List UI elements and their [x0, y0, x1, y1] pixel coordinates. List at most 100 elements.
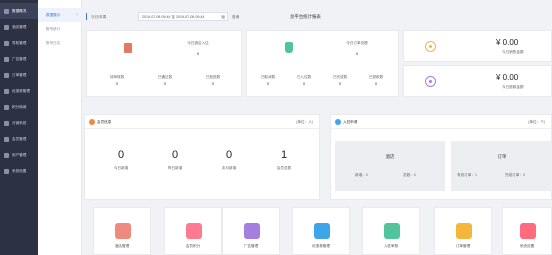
sidebar-item-ads[interactable]: 广告管理 [0, 51, 38, 67]
completed-label: 已完成数 [332, 75, 348, 79]
user-icon [4, 152, 9, 158]
tile-label: 入驻审核 [383, 244, 399, 248]
audit-icon [384, 223, 400, 239]
money-bag-icon [285, 42, 293, 53]
sales-value: 0 [355, 51, 359, 56]
tile-label: 优惠券管理 [312, 244, 330, 248]
subnav-item-label: 数据展示 [46, 12, 61, 17]
refunded-value: 0 [374, 81, 378, 86]
ad-icon [244, 223, 260, 239]
month-new-label: 本月新增 [221, 166, 237, 170]
sidebar-item-coupons[interactable]: 优惠券管理 [0, 83, 38, 99]
pending-label: 待审核数 [109, 75, 125, 79]
coupon-icon [314, 223, 330, 239]
member-icon [4, 136, 9, 142]
subnav-item-label: 账号统计 [46, 26, 61, 31]
date-range-input[interactable]: 2019-07-08 09:44 至 2019-07-08 09:44 ▦ [138, 12, 228, 21]
checked-in-value: 0 [302, 81, 306, 86]
sidebar-item-label: 导航管理 [12, 40, 27, 45]
section-marker [86, 13, 87, 20]
dashboard-icon [4, 8, 9, 14]
order-apply-title: 订单 [497, 154, 507, 159]
apply-header: 入驻申请 (单位：个) [331, 115, 551, 129]
sidebar-item-label: 数据概况 [12, 8, 27, 13]
hotel-apply-panel[interactable]: 酒店 新增：0 总数：0 [335, 141, 445, 191]
today-new-value: 0 [117, 149, 125, 161]
sidebar-item-data-overview[interactable]: 数据概况 [0, 3, 38, 19]
subnav-item-account-log[interactable]: 账号日志 [38, 36, 82, 50]
yesterday-new-label: 昨日新增 [167, 166, 183, 170]
sidebar-item-label: 积分商城 [12, 104, 27, 109]
gift-icon [4, 104, 9, 110]
order-apply-panel[interactable]: 订单 有效订单：1 完成订单：0 [451, 141, 552, 191]
sales-amount-card: ¥ 0.00 今日销售金额 [403, 30, 552, 62]
query-button[interactable]: 查询 [232, 15, 239, 20]
shortcut-coupon-management[interactable]: 优惠券管理 [292, 207, 350, 255]
yesterday-new-value: 0 [171, 149, 179, 161]
completed-orders-count: 完成订单：0 [505, 173, 525, 177]
sidebar-item-label: 订单管理 [12, 72, 27, 77]
shortcut-member-points[interactable]: 会员积分 [164, 207, 222, 255]
navigation-icon [4, 40, 9, 46]
sidebar-item-settings[interactable]: 系统设置 [0, 163, 38, 179]
subnav-item-data-display[interactable]: 数据展示 › [38, 8, 82, 22]
tile-label: 酒店管理 [114, 244, 130, 248]
chevron-right-icon: › [76, 12, 78, 18]
sidebar-item-hotel[interactable]: 酒店管理 [0, 19, 38, 35]
pending-value: 0 [115, 81, 119, 86]
sidebar-item-label: 分销系统 [12, 120, 27, 125]
member-total-value: 1 [280, 149, 288, 161]
sales-amount-label: 今日销售金额 [502, 50, 524, 54]
approved-label: 已通过数 [157, 75, 173, 79]
sidebar-item-distribution[interactable]: 分销系统 [0, 115, 38, 131]
filter-bar: 今日/本周 2019-07-08 09:44 至 2019-07-08 09:4… [84, 10, 552, 24]
settings-icon [520, 223, 536, 239]
order-icon [456, 223, 472, 239]
members-unit: (单位：人) [296, 120, 313, 124]
approved-value: 0 [163, 81, 167, 86]
checkin-value: 0 [196, 51, 200, 56]
shortcut-order-management[interactable]: 订单管理 [434, 207, 492, 255]
rejected-value: 0 [211, 81, 215, 86]
report-title: 总平台统计报表 [290, 14, 321, 19]
order-icon [4, 72, 9, 78]
today-new-label: 今日新增 [113, 166, 129, 170]
shortcut-ad-management[interactable]: 广告管理 [222, 207, 280, 255]
refund-amount-card: ¥ 0.00 今日退款金额 [403, 65, 552, 97]
member-icon [89, 119, 95, 125]
hotel-total-count: 总数：0 [403, 173, 416, 177]
coupon-icon [4, 88, 9, 94]
period-label: 今日/本周 [91, 15, 107, 19]
sidebar: 数据概况 酒店管理 导航管理 广告管理 订单管理 优惠券管理 积分商城 分销系统… [0, 0, 38, 255]
member-total-label: 会员总数 [276, 166, 292, 170]
ad-icon [4, 56, 9, 62]
sidebar-item-label: 酒店管理 [12, 24, 27, 29]
subnav-item-label: 账号日志 [46, 40, 61, 45]
checkin-title: 今日酒店入住 [187, 41, 209, 45]
yen-icon [425, 41, 436, 52]
sidebar-item-users[interactable]: 用户管理 [0, 147, 38, 163]
refund-amount: ¥ 0.00 [496, 73, 519, 82]
shortcut-checkin-audit[interactable]: 入驻审核 [362, 207, 420, 255]
sidebar-item-orders[interactable]: 订单管理 [0, 67, 38, 83]
tile-label: 广告管理 [243, 244, 259, 248]
apply-icon [335, 119, 341, 125]
tile-label: 会员积分 [185, 244, 201, 248]
sidebar-item-label: 系统设置 [12, 168, 27, 173]
shortcut-system-settings[interactable]: 系统设置 [502, 207, 552, 255]
sidebar-item-points-mall[interactable]: 积分商城 [0, 99, 38, 115]
share-icon [4, 120, 9, 126]
sidebar-item-label: 用户管理 [12, 152, 27, 157]
checkin-apply-card: 入驻申请 (单位：个) 酒店 新增：0 总数：0 订单 有效订单：1 完成订单：… [330, 114, 552, 200]
subnav-item-account-stats[interactable]: 账号统计 [38, 22, 82, 36]
sidebar-item-label: 优惠券管理 [12, 88, 30, 93]
shortcut-hotel-management[interactable]: 酒店管理 [93, 207, 151, 255]
sidebar-item-label: 广告管理 [12, 56, 27, 61]
sidebar-item-navigation[interactable]: 导航管理 [0, 35, 38, 51]
sidebar-item-members[interactable]: 会员管理 [0, 131, 38, 147]
month-new-value: 0 [225, 149, 233, 161]
gear-icon [4, 168, 9, 174]
active-orders-count: 有效订单：1 [457, 173, 477, 177]
refund-icon [425, 76, 436, 87]
cancelled-label: 已取消数 [260, 75, 276, 79]
